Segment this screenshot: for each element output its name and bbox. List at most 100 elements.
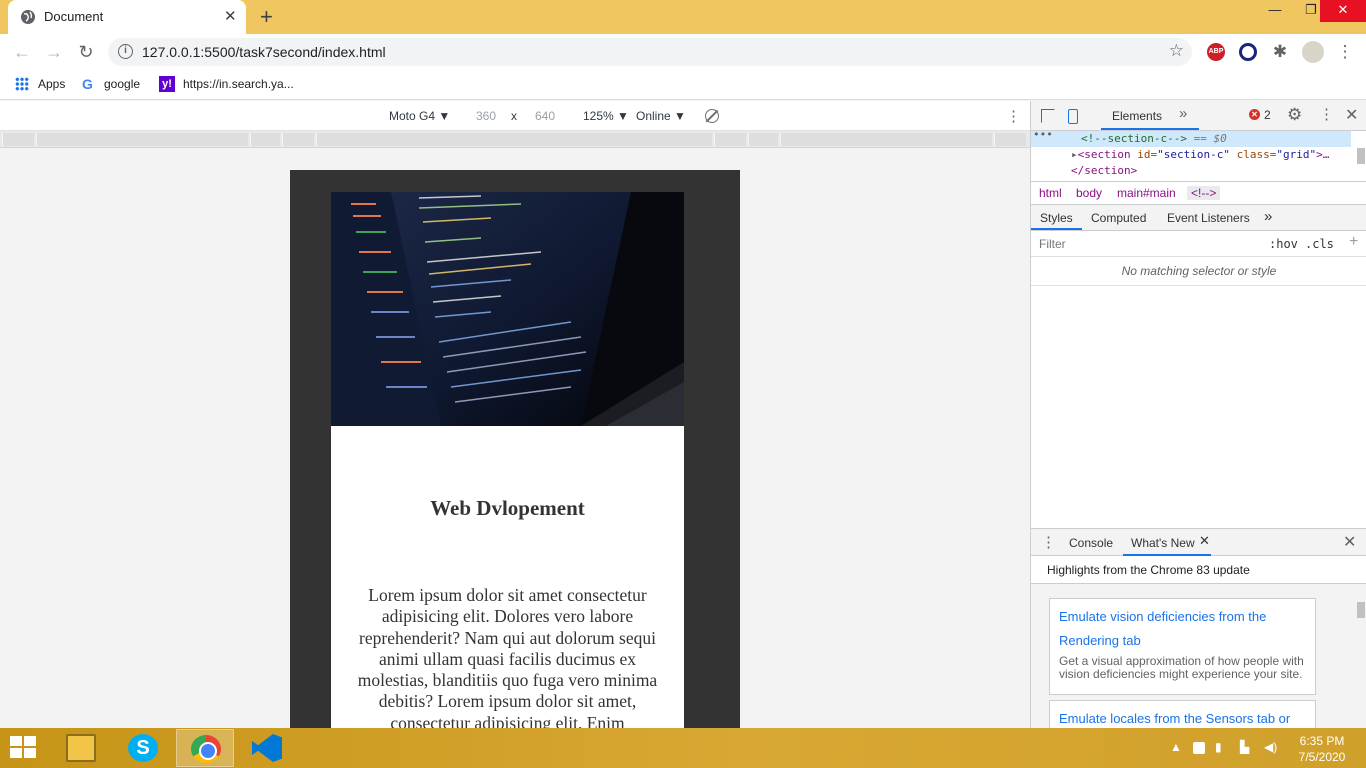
back-arrow-icon[interactable]: ← — [10, 41, 34, 63]
dom-tree[interactable]: <!--section-c--> == $0 ••• ▸<section id=… — [1031, 131, 1366, 181]
tray-app-icon[interactable] — [1193, 742, 1205, 754]
close-devtools-icon[interactable]: ✕ — [1345, 105, 1358, 125]
dom-node-section-close[interactable]: </section> — [1071, 163, 1137, 179]
search-lens-extension-icon[interactable] — [1239, 43, 1257, 61]
device-toggle-icon[interactable] — [1068, 109, 1078, 124]
page-viewport: Moto G4 ▼ 360 x 640 125% ▼ Online ▼ ⋮ We… — [0, 101, 1030, 730]
close-whats-new-tab-icon[interactable]: ✕ — [1199, 533, 1210, 549]
globe-icon — [21, 10, 35, 24]
ruler-segment[interactable] — [748, 133, 778, 146]
browser-tab-document[interactable]: Document ✕ — [8, 0, 246, 34]
close-window-button[interactable]: ✕ — [1320, 0, 1366, 22]
new-style-rule-icon[interactable]: + — [1349, 233, 1358, 251]
device-select[interactable]: Moto G4 ▼ — [389, 109, 450, 123]
dom-attr-id-value: "section-c" — [1157, 148, 1230, 161]
styles-filter-row: :hov .cls + — [1031, 231, 1366, 257]
device-width-input[interactable]: 360 — [476, 109, 496, 123]
address-bar[interactable]: i 127.0.0.1:5500/task7second/index.html … — [108, 38, 1192, 66]
bookmark-star-icon[interactable]: ☆ — [1169, 41, 1184, 61]
more-tabs-icon[interactable]: » — [1179, 105, 1187, 122]
news-item-title[interactable]: Emulate vision deficiencies from the Ren… — [1059, 605, 1309, 653]
inspect-element-icon[interactable] — [1041, 109, 1055, 123]
google-icon[interactable]: G — [82, 76, 93, 92]
taskbar-file-explorer[interactable] — [52, 729, 110, 767]
breadcrumb-main[interactable]: main#main — [1117, 186, 1176, 200]
devtools-panel: Elements » ✕ 2 ⚙ ⋮ ✕ <!--section-c--> ==… — [1030, 101, 1366, 728]
devtools-menu-icon[interactable]: ⋮ — [1319, 105, 1334, 123]
apps-grid-icon[interactable] — [15, 77, 29, 91]
more-panes-icon[interactable]: » — [1264, 208, 1272, 225]
news-item-title[interactable]: Emulate locales from the Sensors tab or — [1059, 707, 1309, 728]
bookmarks-bar: Apps G google y! https://in.search.ya... — [0, 70, 1366, 100]
dom-node-section[interactable]: ▸<section id="section-c" class="grid">… — [1071, 147, 1329, 163]
news-item[interactable]: Emulate locales from the Sensors tab or — [1049, 700, 1316, 728]
adblock-plus-icon[interactable]: ABP — [1207, 43, 1225, 61]
extensions-puzzle-icon[interactable]: ✱ — [1271, 43, 1289, 61]
hover-state-toggle[interactable]: :hov — [1269, 237, 1298, 251]
breadcrumb: html body main#main <!--> — [1031, 181, 1366, 205]
dom-node-ellipsis-icon[interactable]: ••• — [1033, 131, 1053, 141]
chrome-menu-icon[interactable]: ⋮ — [1336, 43, 1354, 61]
url-text[interactable]: 127.0.0.1:5500/task7second/index.html — [142, 44, 386, 60]
expand-triangle-icon[interactable]: ▸ — [1071, 148, 1078, 161]
title-bar: Document ✕ + — ❐ ✕ — [0, 0, 1366, 34]
tab-whats-new[interactable]: What's New — [1131, 536, 1195, 550]
error-count[interactable]: 2 — [1264, 108, 1271, 122]
volume-icon[interactable]: ◀) — [1264, 740, 1277, 754]
tab-computed[interactable]: Computed — [1091, 211, 1146, 225]
taskbar-skype[interactable]: S — [114, 729, 172, 767]
device-height-input[interactable]: 640 — [535, 109, 555, 123]
dom-close-tag: </section> — [1071, 164, 1138, 177]
tab-styles[interactable]: Styles — [1040, 211, 1073, 225]
ruler-segment[interactable] — [316, 133, 712, 146]
ruler-segment[interactable] — [994, 133, 1026, 146]
settings-gear-icon[interactable]: ⚙ — [1287, 105, 1302, 125]
ruler-segment[interactable] — [36, 133, 248, 146]
dom-attr-class-value: "grid" — [1276, 148, 1317, 161]
action-center-icon[interactable]: ▮ — [1215, 740, 1222, 754]
reload-icon[interactable]: ↻ — [74, 41, 98, 63]
breadcrumb-html[interactable]: html — [1039, 186, 1062, 200]
device-toolbar-menu-icon[interactable]: ⋮ — [1006, 107, 1021, 125]
taskbar-vscode[interactable] — [238, 729, 296, 767]
close-drawer-icon[interactable]: ✕ — [1343, 532, 1356, 552]
network-icon[interactable]: ▙ — [1240, 740, 1249, 754]
windows-start-icon[interactable] — [10, 736, 38, 760]
zoom-select[interactable]: 125% ▼ — [583, 109, 629, 123]
ruler-segment[interactable] — [2, 133, 34, 146]
breadcrumb-body[interactable]: body — [1076, 186, 1102, 200]
ruler-segment[interactable] — [714, 133, 746, 146]
ruler-segment[interactable] — [282, 133, 314, 146]
media-query-ruler[interactable] — [0, 131, 1030, 148]
tab-event-listeners[interactable]: Event Listeners — [1167, 211, 1250, 225]
new-tab-button[interactable]: + — [260, 4, 273, 30]
info-icon[interactable]: i — [118, 44, 133, 59]
error-icon[interactable]: ✕ — [1249, 109, 1260, 120]
whats-new-scrollbar[interactable] — [1357, 602, 1365, 618]
profile-avatar[interactable] — [1302, 41, 1324, 63]
tab-console[interactable]: Console — [1069, 536, 1113, 550]
rotate-icon[interactable] — [705, 109, 719, 123]
yahoo-icon[interactable]: y! — [159, 76, 175, 92]
dom-node-selected-comment[interactable]: <!--section-c--> == $0 — [1031, 131, 1351, 147]
bookmark-yahoo-search[interactable]: https://in.search.ya... — [183, 77, 294, 91]
ruler-segment[interactable] — [780, 133, 992, 146]
news-item[interactable]: Emulate vision deficiencies from the Ren… — [1049, 598, 1316, 695]
tab-close-icon[interactable]: ✕ — [224, 7, 237, 25]
bookmark-google[interactable]: google — [104, 77, 140, 91]
taskbar-chrome[interactable] — [176, 729, 234, 767]
active-tab-indicator — [1101, 128, 1199, 130]
class-toggle[interactable]: .cls — [1305, 237, 1334, 251]
tab-elements[interactable]: Elements — [1112, 109, 1162, 123]
bookmark-apps[interactable]: Apps — [38, 77, 65, 91]
show-hidden-icons-icon[interactable]: ▲ — [1170, 740, 1182, 754]
drawer-menu-icon[interactable]: ⋮ — [1041, 533, 1056, 551]
system-clock[interactable]: 6:35 PM 7/5/2020 — [1294, 733, 1350, 765]
page-body-text: Lorem ipsum dolor sit amet consectetur a… — [357, 585, 658, 730]
styles-filter-input[interactable] — [1035, 234, 1259, 254]
forward-arrow-icon[interactable]: → — [42, 41, 66, 63]
ruler-segment[interactable] — [250, 133, 280, 146]
dom-scrollbar[interactable] — [1357, 148, 1365, 164]
network-throttle-select[interactable]: Online ▼ — [636, 109, 686, 123]
breadcrumb-comment[interactable]: <!--> — [1187, 186, 1221, 200]
